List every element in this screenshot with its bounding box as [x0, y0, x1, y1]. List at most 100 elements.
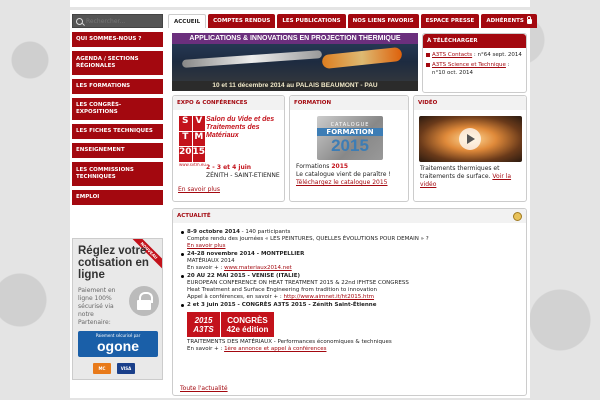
- svtm-letter: 20: [179, 147, 192, 162]
- news-title: ACTUALITÉ: [173, 209, 526, 223]
- leftnav-item-commissions[interactable]: LES COMMISSIONS TECHNIQUES: [72, 162, 163, 186]
- news-text: Compte rendu des journées « LES PEINTURE…: [187, 236, 429, 242]
- news-heading: 20 AU 22 MAI 2015 - VENISE (ITALIE): [187, 273, 300, 279]
- bullet-icon: [426, 63, 430, 67]
- leftnav-item-enseignement[interactable]: ENSEIGNEMENT: [72, 143, 163, 158]
- a3ts-edition: 42e édition: [226, 324, 269, 334]
- news-text: - 140 participants: [239, 229, 291, 235]
- news-link-materiaux[interactable]: www.materiaux2014.net: [224, 265, 292, 271]
- news-item: 8-9 octobre 2014 - 140 participants Comp…: [181, 229, 518, 250]
- all-news-wrap: Toute l'actualité: [180, 385, 228, 392]
- catalogue-subtitle: FORMATION: [317, 128, 383, 136]
- expo-title: EXPO & CONFÉRENCES: [173, 96, 284, 110]
- formation-text: Le catalogue vient de paraître !: [296, 171, 391, 178]
- tab-comptes-rendus[interactable]: COMPTES RENDUS: [208, 14, 276, 28]
- banner-pipe-graphic: [181, 50, 323, 68]
- clock-icon: [513, 212, 522, 221]
- mastercard-icon: MC: [93, 363, 111, 374]
- tab-label: NOS LIENS FAVORIS: [352, 18, 414, 24]
- ogone-caption: Paiement sécurisé par: [95, 333, 141, 338]
- lock-icon: [526, 15, 532, 24]
- play-icon[interactable]: [459, 128, 481, 150]
- leftnav-item-formations[interactable]: LES FORMATIONS: [72, 79, 163, 94]
- news-heading: 2 et 3 juin 2015 - CONGRÈS A3TS 2015 - Z…: [187, 302, 377, 308]
- a3ts-logo-right: CONGRÈS 42e édition: [220, 312, 274, 337]
- event-banner[interactable]: APPLICATIONS & INNOVATIONS EN PROJECTION…: [172, 33, 418, 91]
- formation-download-link[interactable]: Téléchargez le catalogue 2015: [296, 179, 387, 186]
- news-link-aimnet[interactable]: http://www.aimnet.it/ht2015.htm: [283, 294, 374, 300]
- ad-heading: Réglez votre cotisation en ligne: [78, 245, 149, 281]
- news-prefix: En savoir + :: [187, 346, 223, 352]
- page-container: QUI SOMMES-NOUS ? AGENDA / SECTIONS RÉGI…: [70, 10, 537, 398]
- tab-label: ADHÉRENTS: [486, 18, 524, 24]
- video-title: VIDÉO: [414, 96, 526, 110]
- search-box[interactable]: [72, 14, 163, 28]
- news-prefix: En savoir + :: [187, 265, 223, 271]
- banner-title: APPLICATIONS & INNOVATIONS EN PROJECTION…: [172, 33, 418, 44]
- all-news-link[interactable]: Toute l'actualité: [180, 385, 228, 392]
- expo-more-link[interactable]: En savoir plus: [178, 186, 220, 193]
- ogone-logo: Paiement sécurisé par ogone: [78, 331, 158, 357]
- news-item: 24-28 novembre 2014 - MONTPELLIER MATÉRI…: [181, 251, 518, 272]
- catalogue-cover[interactable]: CATALOGUE FORMATION 2015: [317, 116, 383, 160]
- expo-info: 2 - 3 et 4 juin ZÉNITH - SAINT-ETIENNE: [206, 164, 280, 180]
- svtm-letter: 15: [192, 147, 206, 162]
- download-title: À TÉLÉCHARGER: [423, 34, 526, 48]
- svtm-logo[interactable]: S V T M 20 15: [179, 116, 206, 162]
- news-text: EUROPEAN CONFERENCE ON HEAT TREATMENT 20…: [187, 280, 409, 286]
- video-box: VIDÉO Traitements thermiques et traiteme…: [413, 95, 527, 202]
- leftnav-item-emploi[interactable]: EMPLOI: [72, 190, 163, 205]
- a3ts-congres: CONGRÈS: [227, 315, 268, 325]
- download-link-contacts[interactable]: A3TS Contacts: [432, 52, 472, 58]
- a3ts-logo-left: 2015 A3TS: [187, 312, 220, 337]
- bullet-icon: [426, 53, 430, 57]
- tab-accueil[interactable]: ACCUEIL: [168, 14, 207, 28]
- formation-info: Formations 2015 Le catalogue vient de pa…: [296, 163, 406, 187]
- news-link-congres[interactable]: 1ère annonce et appel à conférences: [224, 346, 326, 352]
- video-thumbnail[interactable]: [419, 116, 522, 162]
- expo-box: EXPO & CONFÉRENCES S V T M 20 15 Salon d…: [172, 95, 285, 202]
- card-logos: MC VISA: [93, 363, 135, 374]
- svtm-letter: T: [179, 131, 192, 147]
- ogone-wordmark: ogone: [97, 338, 139, 354]
- ad-text: Paiement en ligne 100% sécurisé via notr…: [78, 287, 116, 326]
- a3ts-year: 2015: [194, 315, 213, 325]
- search-input[interactable]: [86, 17, 156, 25]
- tab-label: ESPACE PRESSE: [425, 18, 475, 24]
- svtm-tagline: Salon du Vide et des Traitements des Mat…: [206, 116, 275, 139]
- tab-label: ACCUEIL: [174, 18, 201, 25]
- a3ts-logo[interactable]: 2015 A3TS CONGRÈS 42e édition: [187, 312, 518, 337]
- download-item: A3TS Science et Technique : n°10 oct. 20…: [426, 61, 523, 77]
- news-text: TRAITEMENTS DES MATÉRIAUX - Performances…: [187, 339, 392, 345]
- tab-label: COMPTES RENDUS: [213, 18, 271, 24]
- visa-icon: VISA: [117, 363, 135, 374]
- download-link-science[interactable]: A3TS Science et Technique: [432, 62, 506, 68]
- tab-liens-favoris[interactable]: NOS LIENS FAVORIS: [347, 14, 419, 28]
- news-text: Heat Treatment and Surface Engineering f…: [187, 287, 378, 293]
- video-text: Traitements thermiques et traitements de…: [420, 165, 500, 180]
- tab-publications[interactable]: LES PUBLICATIONS: [277, 14, 346, 28]
- a3ts-name: A3TS: [193, 324, 214, 334]
- leftnav-item-qui-sommes-nous[interactable]: QUI SOMMES-NOUS ?: [72, 32, 163, 47]
- tab-espace-presse[interactable]: ESPACE PRESSE: [420, 14, 480, 28]
- news-box: ACTUALITÉ 8-9 octobre 2014 - 140 partici…: [172, 208, 527, 396]
- leftnav-item-agenda[interactable]: AGENDA / SECTIONS RÉGIONALES: [72, 51, 163, 75]
- news-more-link[interactable]: En savoir plus: [187, 243, 225, 249]
- news-item: 2 et 3 juin 2015 - CONGRÈS A3TS 2015 - Z…: [181, 302, 518, 353]
- tab-adherents[interactable]: ADHÉRENTS: [481, 14, 537, 28]
- download-item: A3TS Contacts : n°64 sept. 2014: [426, 51, 523, 59]
- news-prefix: Appel à conférences, en savoir + :: [187, 294, 282, 300]
- left-nav: QUI SOMMES-NOUS ? AGENDA / SECTIONS RÉGI…: [72, 32, 163, 209]
- expo-dates: 2 - 3 et 4 juin: [206, 164, 252, 171]
- leftnav-item-fiches[interactable]: LES FICHES TECHNIQUES: [72, 124, 163, 139]
- catalogue-year: 2015: [331, 136, 369, 155]
- expo-more-wrap: En savoir plus: [178, 186, 220, 193]
- svtm-url: www.svtm.eu: [179, 162, 206, 167]
- expo-place: ZÉNITH - SAINT-ETIENNE: [206, 172, 280, 179]
- download-box: À TÉLÉCHARGER A3TS Contacts : n°64 sept.…: [422, 33, 527, 93]
- leftnav-item-congres[interactable]: LES CONGRÈS-EXPOSITIONS: [72, 98, 163, 120]
- svtm-letter: V: [192, 116, 206, 131]
- search-icon[interactable]: [76, 17, 83, 25]
- formation-label: Formations: [296, 163, 330, 170]
- payment-ad[interactable]: NOUVEAU Réglez votre cotisation en ligne…: [72, 238, 163, 380]
